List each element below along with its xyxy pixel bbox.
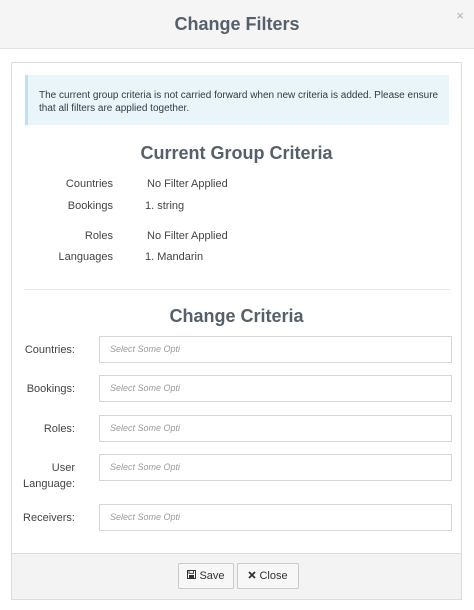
criteria-panel: The current group criteria is not carrie… <box>11 62 462 600</box>
user-language-select[interactable]: Select Some Opti <box>99 454 452 481</box>
current-countries-value: No Filter Applied <box>147 178 228 190</box>
close-button[interactable]: Close <box>237 563 299 589</box>
roles-select[interactable]: Select Some Opti <box>99 415 452 442</box>
current-bookings-label: Bookings <box>67 200 113 212</box>
receivers-select[interactable]: Select Some Opti <box>99 504 452 531</box>
save-button[interactable]: Save <box>178 563 234 589</box>
times-icon <box>248 565 257 589</box>
current-languages-value: 1. Mandarin <box>145 251 204 263</box>
floppy-disk-icon <box>187 565 197 589</box>
modal-title: Change Filters <box>174 14 300 34</box>
close-button-label: Close <box>259 570 288 582</box>
user-language-label: User Language: <box>23 462 75 490</box>
current-bookings-value: 1. string <box>145 200 185 212</box>
roles-label: Roles: <box>43 423 75 435</box>
bookings-label: Bookings: <box>26 383 75 395</box>
current-roles-value: No Filter Applied <box>147 230 228 242</box>
countries-label: Countries: <box>24 344 75 356</box>
receivers-label: Receivers: <box>23 512 75 524</box>
current-criteria-title: Current Group Criteria <box>140 143 333 163</box>
close-icon[interactable]: × <box>456 8 464 23</box>
bookings-select[interactable]: Select Some Opti <box>99 375 452 402</box>
current-languages-label: Languages <box>58 251 113 263</box>
info-alert: The current group criteria is not carrie… <box>25 75 449 125</box>
modal-header: Change Filters × <box>0 0 474 49</box>
modal-footer: Save Close <box>12 553 461 599</box>
change-criteria-title: Change Criteria <box>169 306 304 326</box>
section-divider <box>24 289 450 290</box>
countries-select[interactable]: Select Some Opti <box>99 336 452 363</box>
current-roles-label: Roles <box>84 230 113 242</box>
current-countries-label: Countries <box>65 178 113 190</box>
save-button-label: Save <box>199 570 225 582</box>
